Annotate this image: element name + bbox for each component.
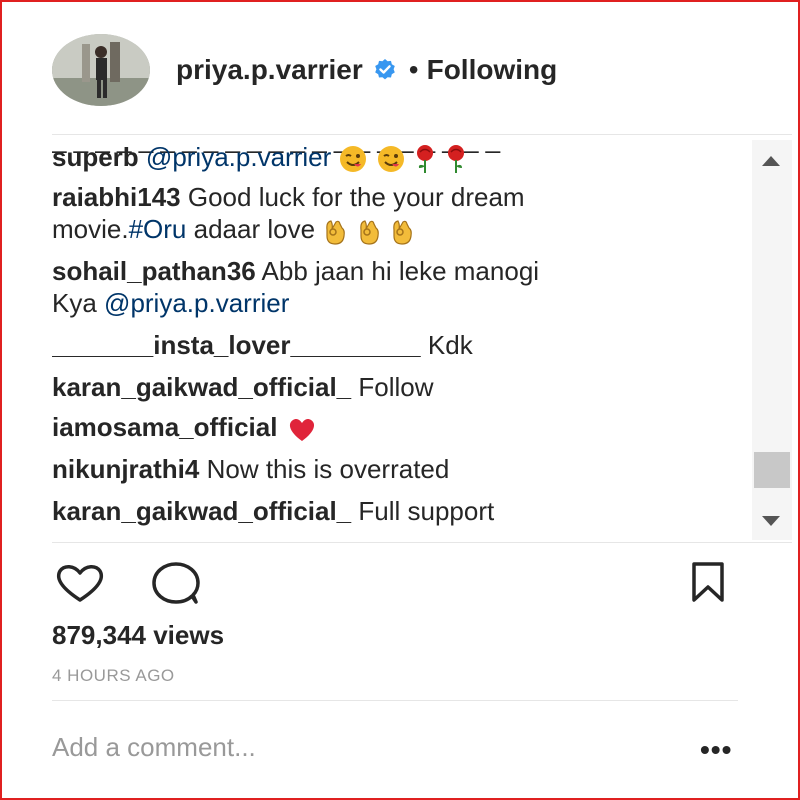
comments-list[interactable]: _ _ _ _ _ _ _ _ _ _ _ _ _ _ _ _ _ _ _ _ … xyxy=(52,136,742,536)
view-count[interactable]: 879,344 views xyxy=(52,620,224,651)
scrollbar-thumb[interactable] xyxy=(754,452,790,488)
following-button[interactable]: Following xyxy=(427,54,558,86)
ok-hand-icon xyxy=(392,220,412,245)
comment-item: sohail_pathan36 Abb jaan hi leke manogi xyxy=(52,256,539,287)
comment-item: superb @priya.p.varrier xyxy=(52,142,468,174)
comment-username[interactable]: karan_gaikwad_official_ xyxy=(52,372,351,402)
add-comment-input[interactable]: Add a comment... xyxy=(52,732,256,763)
verified-badge-icon xyxy=(374,59,395,80)
avatar[interactable] xyxy=(52,34,150,106)
comment-item: karan_gaikwad_official_ Full support xyxy=(52,496,494,527)
winking-face-icon xyxy=(377,146,404,173)
more-options-button[interactable]: ••• xyxy=(700,734,732,766)
comment-username[interactable]: nikunjrathi4 xyxy=(52,454,199,484)
comment-item: raiabhi143 Good luck for the your dream xyxy=(52,182,525,213)
rose-icon xyxy=(448,145,465,174)
scroll-up-arrow-icon[interactable] xyxy=(762,156,780,166)
rose-icon xyxy=(416,145,433,174)
bookmark-icon[interactable] xyxy=(686,560,730,604)
comments-divider xyxy=(52,542,792,543)
comments-scrollbar[interactable] xyxy=(752,140,792,540)
ok-hand-icon xyxy=(326,220,346,245)
comment-username[interactable]: superb xyxy=(52,142,139,172)
comment-text: Full support xyxy=(358,496,495,526)
post-username[interactable]: priya.p.varrier xyxy=(176,54,363,86)
separator-dot: • xyxy=(408,54,419,85)
comment-item-continued: movie.#Oru adaar love xyxy=(52,214,415,246)
header-divider xyxy=(52,134,792,135)
comment-item: iamosama_official xyxy=(52,412,319,444)
red-heart-icon xyxy=(289,419,314,442)
comment-item: _______insta_lover_________ Kdk xyxy=(52,330,473,361)
comment-text: Abb jaan hi leke manogi xyxy=(261,256,540,286)
comment-text: Follow xyxy=(358,372,434,402)
comment-text: adaar love xyxy=(193,214,316,244)
winking-face-icon xyxy=(340,146,367,173)
comment-text: Now this is overrated xyxy=(206,454,450,484)
comment-username[interactable]: iamosama_official xyxy=(52,412,277,442)
ok-hand-icon xyxy=(359,220,379,245)
comment-text: Kya xyxy=(52,288,97,318)
footer-divider xyxy=(52,700,738,701)
heart-icon[interactable] xyxy=(50,562,110,604)
mention-link[interactable]: @priya.p.varrier xyxy=(104,288,289,318)
post-header: priya.p.varrier • Following xyxy=(52,34,760,106)
comment-username[interactable]: raiabhi143 xyxy=(52,182,181,212)
comment-text: movie. xyxy=(52,214,129,244)
mention-link[interactable]: @priya.p.varrier xyxy=(146,142,331,172)
comment-text: Kdk xyxy=(427,330,473,360)
comment-item: karan_gaikwad_official_ Follow xyxy=(52,372,434,403)
hashtag-link[interactable]: #Oru xyxy=(129,214,187,244)
comment-username[interactable]: karan_gaikwad_official_ xyxy=(52,496,351,526)
comment-item: nikunjrathi4 Now this is overrated xyxy=(52,454,449,485)
scroll-down-arrow-icon[interactable] xyxy=(762,516,780,526)
comment-text: Good luck for the your dream xyxy=(187,182,525,212)
comment-username[interactable]: _______insta_lover_________ xyxy=(52,330,421,360)
comment-username[interactable]: sohail_pathan36 xyxy=(52,256,256,286)
comment-icon[interactable] xyxy=(148,560,208,606)
comment-item-continued: Kya @priya.p.varrier xyxy=(52,288,289,319)
post-timestamp: 4 HOURS AGO xyxy=(52,666,175,685)
